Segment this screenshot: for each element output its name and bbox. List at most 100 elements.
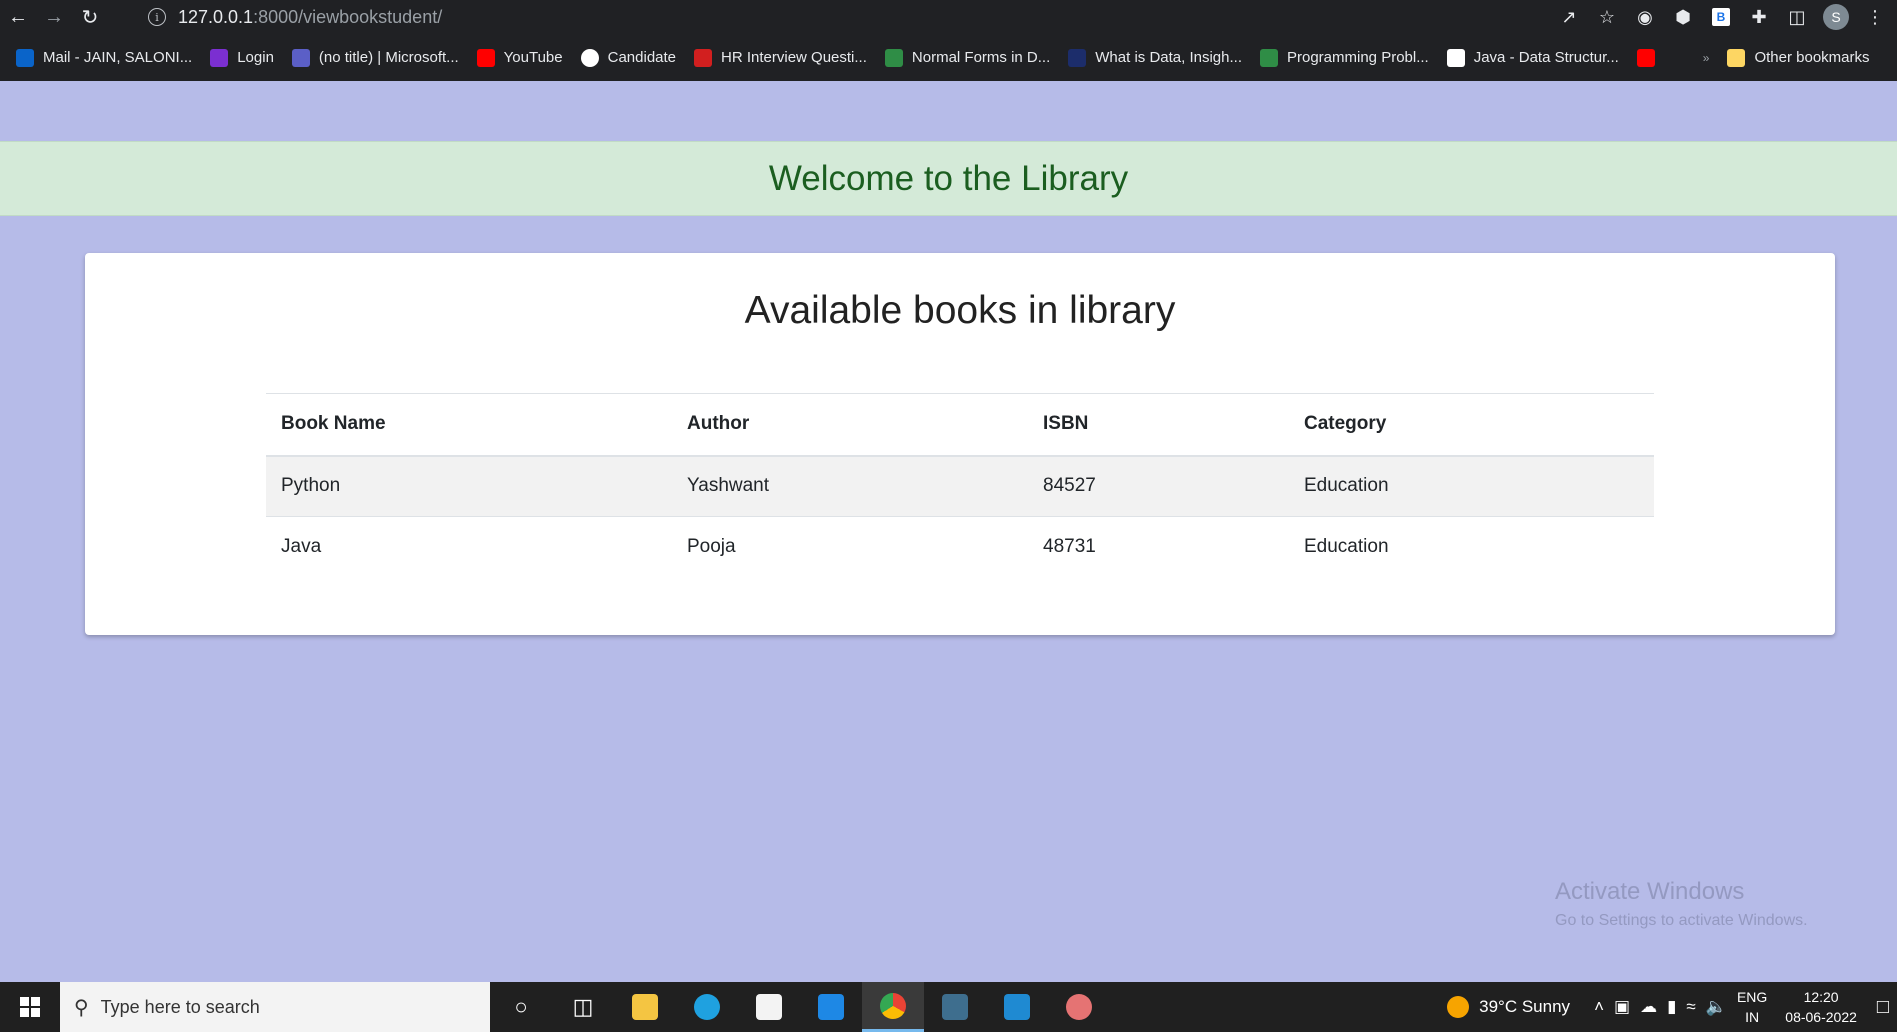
- folder-icon: [1727, 48, 1746, 67]
- card-title: Available books in library: [744, 289, 1176, 332]
- share-icon[interactable]: ↗: [1557, 5, 1581, 29]
- chevron-double-right-icon: »: [1702, 50, 1710, 65]
- bookmark-star-icon[interactable]: ☆: [1595, 5, 1619, 29]
- system-tray: 39°C Sunny ˄ ▣ ☁ ▮ ≈ 🔈 ENG IN 12:20 08-0…: [1447, 982, 1897, 1032]
- clock-time: 12:20: [1803, 989, 1839, 1005]
- banner-title: Welcome to the Library: [768, 158, 1129, 198]
- cell-book-name: Python: [266, 455, 672, 517]
- outlook-icon: [16, 48, 34, 67]
- bookmark-normal-forms[interactable]: Normal Forms in D...: [884, 48, 1051, 67]
- teams-icon: [291, 48, 310, 67]
- cell-category: Education: [1304, 536, 1389, 558]
- profile-avatar[interactable]: S: [1823, 4, 1849, 30]
- puzzle-extensions-icon[interactable]: ✚: [1747, 5, 1771, 29]
- back-arrow-icon[interactable]: ←: [0, 0, 36, 34]
- region-code: IN: [1745, 1009, 1760, 1025]
- gfg-icon: [884, 48, 903, 67]
- url-host: 127.0.0.1: [178, 6, 254, 27]
- welcome-banner: Welcome to the Library: [0, 141, 1897, 216]
- cell-isbn: 84527: [1028, 455, 1289, 517]
- table-row: Python Yashwant 84527 Education: [266, 455, 1654, 517]
- cell-isbn: 48731: [1043, 536, 1096, 558]
- bookmark-label: YouTube: [503, 49, 563, 66]
- books-card: Available books in library Book Name Aut…: [85, 253, 1835, 635]
- bookmark-label: What is Data, Insigh...: [1095, 49, 1242, 66]
- bookmark-hr-interview[interactable]: HR Interview Questi...: [694, 48, 867, 67]
- b-extension-icon[interactable]: B: [1709, 5, 1733, 29]
- bookmark-label: Candidate: [607, 49, 677, 66]
- cube-extension-icon[interactable]: ⬢: [1671, 5, 1695, 29]
- clock-date: 08-06-2022: [1785, 1009, 1857, 1025]
- bookmark-label: Mail - JAIN, SALONI...: [43, 49, 193, 66]
- chrome-icon[interactable]: [862, 982, 924, 1032]
- bookmark-java-ds[interactable]: Java - Data Structur...: [1446, 48, 1619, 67]
- device-icon[interactable]: ▣: [1614, 997, 1630, 1017]
- store-icon[interactable]: [738, 982, 800, 1032]
- data-site-icon: [1068, 48, 1087, 67]
- bookmark-label: Normal Forms in D...: [911, 49, 1051, 66]
- cell-author: Yashwant: [672, 455, 1028, 517]
- bookmark-label: Programming Probl...: [1287, 49, 1429, 66]
- cell-category: Education: [1289, 455, 1654, 517]
- watermark-title: Activate Windows: [1555, 878, 1745, 905]
- task-view-icon[interactable]: ◫: [552, 982, 614, 1032]
- cortana-icon[interactable]: ○: [490, 982, 552, 1032]
- notification-icon[interactable]: □: [1877, 996, 1889, 1019]
- column-header-isbn: ISBN: [1028, 393, 1289, 457]
- cell-author: Pooja: [687, 536, 736, 558]
- speaker-icon[interactable]: 🔈: [1706, 997, 1727, 1017]
- bookmark-programming[interactable]: Programming Probl...: [1260, 48, 1429, 67]
- cloud-icon[interactable]: ☁: [1640, 997, 1657, 1017]
- language-indicator[interactable]: ENG IN: [1737, 987, 1767, 1027]
- bookmark-label: Login: [237, 49, 274, 66]
- menu-kebab-icon[interactable]: ⋮: [1863, 5, 1887, 29]
- bookmark-label: HR Interview Questi...: [721, 49, 867, 66]
- youtube-icon: [1636, 48, 1655, 67]
- bookmark-youtube[interactable]: YouTube: [476, 48, 563, 67]
- weather-text[interactable]: 39°C Sunny: [1479, 997, 1570, 1017]
- paint-icon[interactable]: [1048, 982, 1110, 1032]
- other-bookmarks[interactable]: Other bookmarks: [1727, 48, 1870, 67]
- bookmark-youtube-2[interactable]: [1636, 48, 1655, 67]
- windows-logo-icon: [20, 997, 40, 1017]
- bookmark-label: Other bookmarks: [1754, 49, 1870, 66]
- chevron-up-icon[interactable]: ˄: [1594, 997, 1604, 1017]
- weather-sun-icon[interactable]: [1447, 996, 1470, 1018]
- battery-icon[interactable]: ▮: [1667, 997, 1676, 1017]
- wifi-icon[interactable]: ≈: [1686, 997, 1695, 1017]
- site-info-icon[interactable]: i: [148, 8, 166, 26]
- watermark-subtitle: Go to Settings to activate Windows.: [1555, 912, 1808, 929]
- file-explorer-icon[interactable]: [614, 982, 676, 1032]
- search-placeholder: Type here to search: [100, 996, 260, 1017]
- windows-taskbar: ⚲ Type here to search ○ ◫ 39°C Sunny ˄ ▣…: [0, 982, 1897, 1032]
- browser-toolbar: ← → ↻ i 127.0.0.1:8000/viewbookstudent/ …: [0, 0, 1897, 34]
- clock[interactable]: 12:20 08-06-2022: [1785, 987, 1857, 1027]
- bookmarks-overflow[interactable]: »: [1703, 51, 1710, 65]
- language-code: ENG: [1736, 989, 1768, 1005]
- vscode-icon[interactable]: [986, 982, 1048, 1032]
- bookmark-mail[interactable]: Mail - JAIN, SALONI...: [16, 48, 193, 67]
- side-panel-icon[interactable]: ◫: [1785, 5, 1809, 29]
- youtube-icon: [476, 48, 495, 67]
- globe-icon: [580, 48, 599, 67]
- reload-icon[interactable]: ↻: [72, 0, 108, 34]
- taskbar-search-box[interactable]: ⚲ Type here to search: [60, 982, 490, 1032]
- column-header-author: Author: [672, 393, 1028, 457]
- mail-icon[interactable]: [800, 982, 862, 1032]
- address-bar[interactable]: i 127.0.0.1:8000/viewbookstudent/: [136, 2, 1586, 32]
- books-table: Book Name Author ISBN Category Python Ya…: [266, 393, 1654, 578]
- gfg-icon: [1260, 48, 1278, 67]
- edge-icon[interactable]: [676, 982, 738, 1032]
- url-path: :8000/viewbookstudent/: [253, 6, 443, 27]
- a4-icon: [694, 48, 713, 67]
- bookmark-login[interactable]: Login: [210, 48, 274, 67]
- camera-extension-icon[interactable]: ◉: [1633, 5, 1657, 29]
- search-icon: ⚲: [74, 996, 89, 1019]
- start-button[interactable]: [0, 982, 60, 1032]
- bookmark-what-is-data[interactable]: What is Data, Insigh...: [1068, 48, 1242, 67]
- bookmark-candidate[interactable]: Candidate: [580, 48, 677, 67]
- table-header-row: Book Name Author ISBN Category: [266, 393, 1654, 457]
- forward-arrow-icon[interactable]: →: [36, 0, 72, 34]
- mysql-workbench-icon[interactable]: [924, 982, 986, 1032]
- bookmark-teams[interactable]: (no title) | Microsoft...: [291, 48, 459, 67]
